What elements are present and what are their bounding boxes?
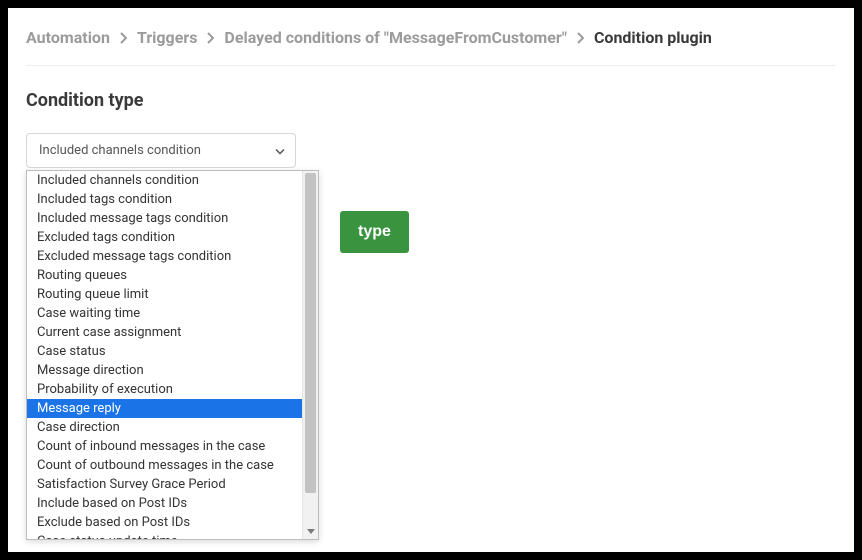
dropdown-option[interactable]: Case status update time <box>27 532 318 540</box>
breadcrumb: Automation Triggers Delayed conditions o… <box>26 28 836 66</box>
dropdown-option[interactable]: Case direction <box>27 418 318 437</box>
dropdown-option[interactable]: Exclude based on Post IDs <box>27 513 318 532</box>
dropdown-option[interactable]: Message reply <box>27 399 318 418</box>
scrollbar[interactable] <box>302 171 318 539</box>
submit-type-button[interactable]: type <box>340 211 409 253</box>
dropdown-option[interactable]: Satisfaction Survey Grace Period <box>27 475 318 494</box>
dropdown-option[interactable]: Count of outbound messages in the case <box>27 456 318 475</box>
breadcrumb-delayed-conditions[interactable]: Delayed conditions of "MessageFromCustom… <box>224 28 567 47</box>
dropdown-option[interactable]: Routing queue limit <box>27 285 318 304</box>
dropdown-option[interactable]: Include based on Post IDs <box>27 494 318 513</box>
app-frame: Automation Triggers Delayed conditions o… <box>8 8 854 552</box>
dropdown-options-list: Included channels conditionIncluded tags… <box>27 171 318 540</box>
dropdown-option[interactable]: Case waiting time <box>27 304 318 323</box>
dropdown-option[interactable]: Excluded tags condition <box>27 228 318 247</box>
chevron-right-icon <box>120 32 127 44</box>
dropdown-option[interactable]: Included tags condition <box>27 190 318 209</box>
dropdown-option[interactable]: Included channels condition <box>27 171 318 190</box>
chevron-right-icon <box>577 32 584 44</box>
dropdown-option[interactable]: Current case assignment <box>27 323 318 342</box>
section-title: Condition type <box>26 90 836 111</box>
dropdown-option[interactable]: Excluded message tags condition <box>27 247 318 266</box>
dropdown-option[interactable]: Probability of execution <box>27 380 318 399</box>
condition-type-select-wrap: Included channels condition Included cha… <box>26 133 296 168</box>
breadcrumb-triggers[interactable]: Triggers <box>137 28 197 47</box>
scrollbar-thumb[interactable] <box>305 173 316 493</box>
dropdown-option[interactable]: Included message tags condition <box>27 209 318 228</box>
breadcrumb-automation[interactable]: Automation <box>26 28 110 47</box>
dropdown-option[interactable]: Routing queues <box>27 266 318 285</box>
scrollbar-down-arrow-icon[interactable] <box>303 523 318 539</box>
chevron-down-icon <box>275 143 285 158</box>
breadcrumb-condition-plugin: Condition plugin <box>594 28 712 47</box>
select-current-value: Included channels condition <box>39 143 201 158</box>
dropdown-option[interactable]: Case status <box>27 342 318 361</box>
dropdown-option[interactable]: Message direction <box>27 361 318 380</box>
dropdown-option[interactable]: Count of inbound messages in the case <box>27 437 318 456</box>
chevron-right-icon <box>207 32 214 44</box>
condition-type-dropdown: Included channels conditionIncluded tags… <box>26 170 319 540</box>
condition-type-select[interactable]: Included channels condition <box>26 133 296 168</box>
